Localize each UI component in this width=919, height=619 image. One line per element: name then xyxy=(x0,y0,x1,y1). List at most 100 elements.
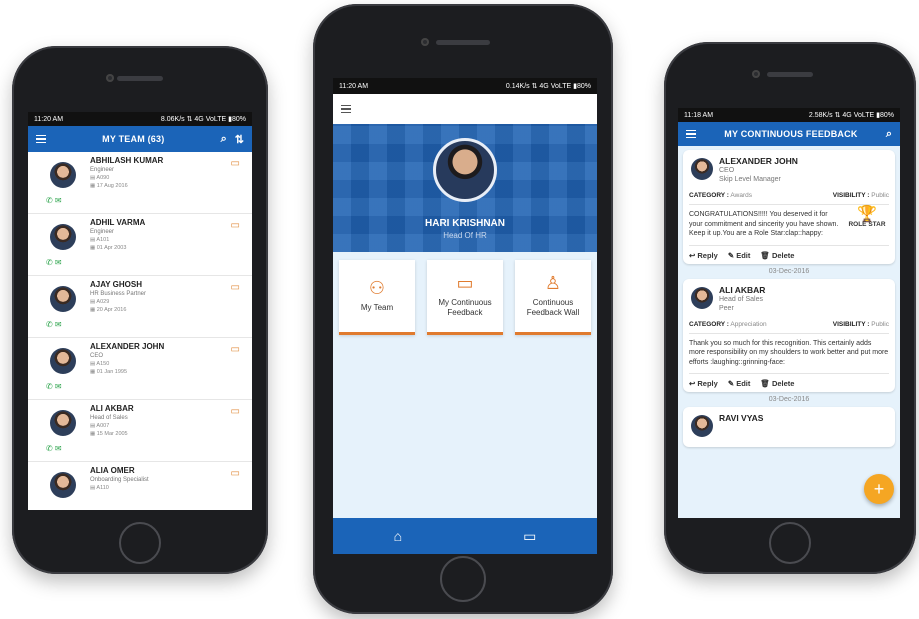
member-role: HR Business Partner xyxy=(90,291,147,297)
tile-label: My Team xyxy=(360,303,394,312)
app-bar: MY TEAM (63) ⌕ ⇅ xyxy=(28,126,252,152)
phone-mail-icon[interactable]: ✆ ✉ xyxy=(46,320,62,329)
speaker xyxy=(436,40,490,45)
date-separator: 03-Dec-2016 xyxy=(768,396,810,403)
category-row: CATEGORY : Awards VISIBILITY : Public xyxy=(689,188,889,205)
team-row[interactable]: ADHIL VARMA Engineer ▤ A101 ▦ 01 Apr 200… xyxy=(28,214,252,276)
avatar xyxy=(50,224,76,250)
sender-name: ALEXANDER JOHN xyxy=(719,156,798,166)
edit-button[interactable]: ✎ Edit xyxy=(728,251,751,260)
speaker xyxy=(767,72,813,77)
profile-name: HARI KRISHNAN xyxy=(425,218,505,229)
feedback-nav-icon[interactable]: ▭ xyxy=(523,528,536,545)
home-icon[interactable]: ⌂ xyxy=(394,528,402,544)
page-title: MY CONTINUOUS FEEDBACK xyxy=(724,129,858,139)
member-role: CEO xyxy=(90,353,104,359)
date-separator: 03-Dec-2016 xyxy=(768,267,810,275)
reply-button[interactable]: ↩ Reply xyxy=(689,379,718,388)
team-row[interactable]: ABHILASH KUMAR Engineer ▤ A090 ▦ 17 Aug … xyxy=(28,152,252,214)
card-actions: ↩ Reply ✎ Edit 🗑 Delete xyxy=(689,373,889,388)
phone-mail-icon[interactable]: ✆ ✉ xyxy=(46,382,62,391)
edit-button[interactable]: ✎ Edit xyxy=(728,379,751,388)
feedback-card: ALI AKBAR Head of Sales Peer CATEGORY : … xyxy=(683,278,895,392)
tile-my-team[interactable]: ⚇ My Team xyxy=(339,260,415,335)
member-date: ▦ 15 Mar 2005 xyxy=(90,431,128,437)
team-row[interactable]: ALEXANDER JOHN CEO ▤ A150 ▦ 01 Jan 1995 … xyxy=(28,338,252,400)
status-bar: 11:20 AM 0.14K/s ⇅ 4G VoLTE ▮80% xyxy=(333,78,597,94)
feedback-message: Thank you so much for this recognition. … xyxy=(689,339,889,366)
member-id: ▤ A110 xyxy=(90,485,109,491)
menu-icon[interactable] xyxy=(36,133,46,146)
member-name: ALEXANDER JOHN xyxy=(90,342,165,351)
sort-icon[interactable]: ⇅ xyxy=(235,133,244,146)
card-actions: ↩ Reply ✎ Edit 🗑 Delete xyxy=(689,244,889,260)
trophy-icon: 🏆 xyxy=(857,206,877,223)
page-title: MY TEAM (63) xyxy=(102,134,165,144)
member-id: ▤ A090 xyxy=(90,175,110,181)
category-value: Appreciation xyxy=(730,320,767,328)
front-camera xyxy=(106,74,114,82)
member-date: ▦ 01 Apr 2003 xyxy=(90,245,127,251)
phone-mail-icon[interactable]: ✆ ✉ xyxy=(46,258,62,267)
team-row[interactable]: ALI AKBAR Head of Sales ▤ A007 ▦ 15 Mar … xyxy=(28,400,252,462)
sender-name: ALI AKBAR xyxy=(719,284,766,295)
app-bar: MY CONTINUOUS FEEDBACK ⌕ xyxy=(678,122,900,146)
member-role: Engineer xyxy=(90,167,115,173)
sender-relation: Skip Level Manager xyxy=(719,176,781,183)
screen-home: 11:20 AM 0.14K/s ⇅ 4G VoLTE ▮80% HARI KR… xyxy=(333,78,597,554)
category-row: CATEGORY : Appreciation VISIBILITY : Pub… xyxy=(689,317,889,334)
team-row[interactable]: AJAY GHOSH HR Business Partner ▤ A029 ▦ … xyxy=(28,276,252,338)
tile-my-continuous-feedback[interactable]: ▭ My Continuous Feedback xyxy=(427,260,503,335)
team-row[interactable]: ALIA OMER Onboarding Specialist ▤ A110 ▭ xyxy=(28,462,252,510)
screen-feedback: 11:18 AM 2.58K/s ⇅ 4G VoLTE ▮80% MY CONT… xyxy=(678,108,900,518)
avatar xyxy=(691,158,713,180)
chat-icon[interactable]: ▭ xyxy=(231,282,240,293)
sender-relation: Peer xyxy=(719,304,734,312)
chat-icon[interactable]: ▭ xyxy=(231,344,240,355)
status-info: 2.58K/s ⇅ 4G VoLTE ▮80% xyxy=(808,112,894,119)
screen-my-team: 11:20 AM 8.06K/s ⇅ 4G VoLTE ▮80% MY TEAM… xyxy=(28,112,252,510)
profile-avatar[interactable] xyxy=(433,138,497,202)
reply-button[interactable]: ↩ Reply xyxy=(689,251,718,260)
front-camera xyxy=(752,70,760,78)
tile-feedback-wall[interactable]: ♙ Continuous Feedback Wall xyxy=(515,260,591,335)
menu-icon[interactable] xyxy=(341,103,351,116)
sender-name: RAVI VYAS xyxy=(719,413,764,423)
home-button[interactable] xyxy=(119,522,161,564)
menu-icon[interactable] xyxy=(686,128,696,141)
phone-center: 11:20 AM 0.14K/s ⇅ 4G VoLTE ▮80% HARI KR… xyxy=(313,4,613,614)
team-list: ABHILASH KUMAR Engineer ▤ A090 ▦ 17 Aug … xyxy=(28,152,252,510)
profile-header: HARI KRISHNAN Head Of HR xyxy=(333,124,597,252)
status-time: 11:20 AM xyxy=(339,82,369,90)
bottom-nav: ⌂ ▭ xyxy=(333,518,597,554)
phone-mail-icon[interactable]: ✆ ✉ xyxy=(46,444,62,453)
chat-icon[interactable]: ▭ xyxy=(231,406,240,417)
member-id: ▤ A029 xyxy=(90,299,110,305)
tile-label: Continuous Feedback Wall xyxy=(526,298,580,317)
team-icon: ⚇ xyxy=(368,278,386,298)
chat-icon[interactable]: ▭ xyxy=(231,468,240,479)
delete-button[interactable]: 🗑 Delete xyxy=(760,251,794,260)
home-button[interactable] xyxy=(440,556,486,602)
member-id: ▤ A101 xyxy=(90,237,110,243)
presenter-icon: ♙ xyxy=(544,273,562,293)
chat-icon[interactable]: ▭ xyxy=(231,158,240,169)
phone-mail-icon[interactable]: ✆ ✉ xyxy=(46,196,62,205)
chat-icon[interactable]: ▭ xyxy=(231,220,240,231)
delete-button[interactable]: 🗑 Delete xyxy=(760,379,794,388)
member-name: AJAY GHOSH xyxy=(90,280,143,289)
dashboard-tiles: ⚇ My Team ▭ My Continuous Feedback ♙ Con… xyxy=(333,252,597,343)
member-id: ▤ A150 xyxy=(90,361,110,367)
status-info: 8.06K/s ⇅ 4G VoLTE ▮80% xyxy=(160,116,246,123)
home-button[interactable] xyxy=(769,522,811,564)
avatar xyxy=(50,472,76,498)
search-icon[interactable]: ⌕ xyxy=(221,133,227,146)
member-id: ▤ A007 xyxy=(90,423,110,429)
feedback-message: 🏆 ROLE STAR CONGRATULATIONS!!!!! You des… xyxy=(689,206,889,239)
avatar xyxy=(50,410,76,436)
tile-label: My Continuous Feedback xyxy=(438,298,492,317)
avatar xyxy=(50,286,76,312)
add-feedback-button[interactable]: + xyxy=(864,474,894,504)
member-date: ▦ 20 Apr 2016 xyxy=(90,307,127,313)
search-icon[interactable]: ⌕ xyxy=(886,128,892,141)
